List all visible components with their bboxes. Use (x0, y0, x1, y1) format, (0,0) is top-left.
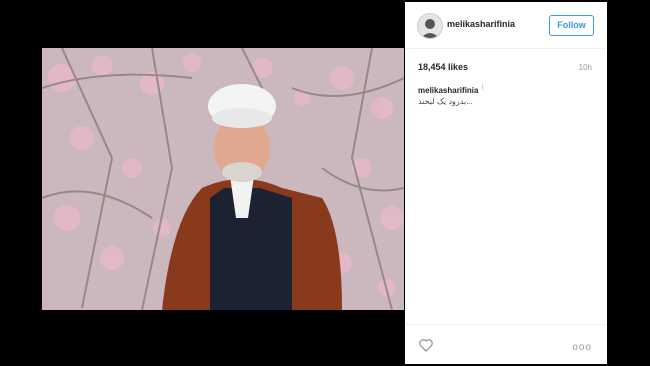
post-side-panel: melikasharifinia Follow 18,454 likes 10h… (405, 2, 607, 364)
caption-mark: | (482, 84, 484, 90)
post-timestamp[interactable]: 10h (579, 63, 592, 72)
avatar[interactable] (417, 13, 443, 39)
more-options-icon[interactable]: ooo (572, 342, 592, 353)
caption-username[interactable]: melikasharifinia (418, 86, 478, 95)
post-header: melikasharifinia Follow (405, 2, 607, 49)
heart-icon[interactable] (418, 337, 434, 353)
actions-divider (405, 324, 607, 325)
likes-count[interactable]: 18,454 likes (418, 62, 468, 72)
follow-button[interactable]: Follow (549, 15, 594, 36)
caption-text: بدرود یک لبخند... (418, 97, 473, 106)
photo-illustration (42, 48, 404, 310)
username-link[interactable]: melikasharifinia (447, 19, 515, 29)
avatar-image (418, 14, 442, 38)
post-photo[interactable] (42, 48, 404, 310)
